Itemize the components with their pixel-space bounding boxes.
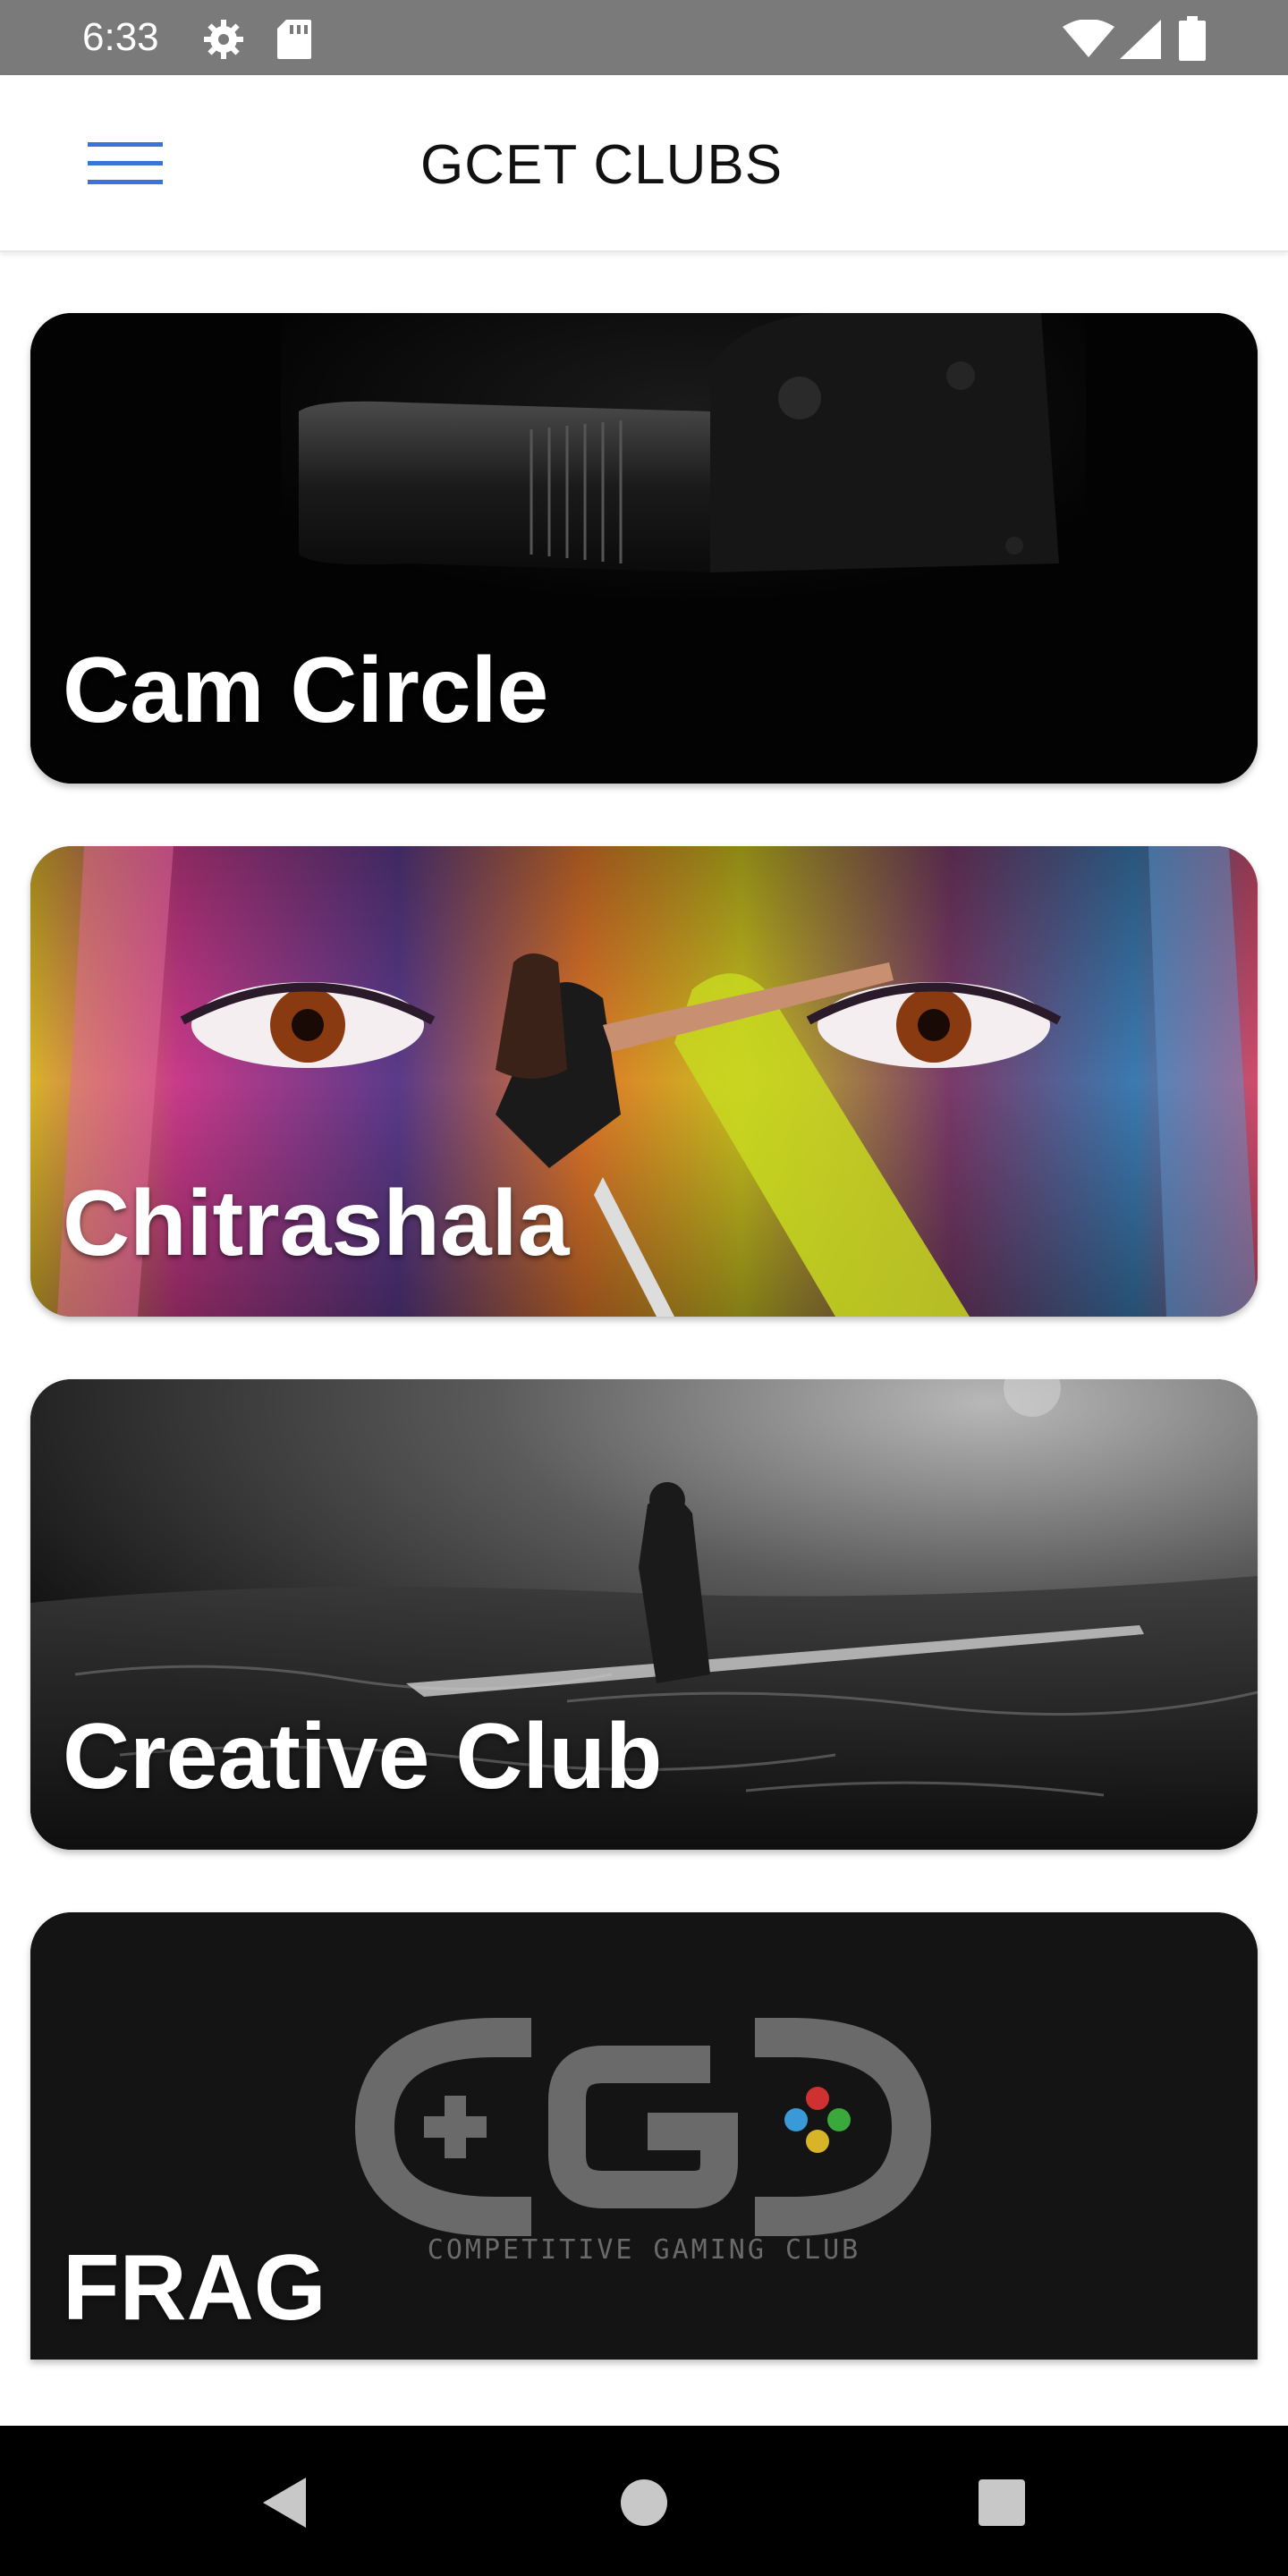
back-button[interactable] [250,2467,322,2538]
app-bar: GCET CLUBS [0,75,1288,252]
recents-icon [979,2479,1025,2526]
club-list[interactable]: Cam Circle Chitrashala Creative Club COM… [0,250,1288,2424]
sd-card-icon [275,18,313,65]
logo-text: COMPETITIVE GAMING CLUB [427,2234,861,2266]
club-name: Creative Club [63,1705,663,1809]
home-button[interactable] [608,2467,680,2538]
signal-icon [1120,20,1161,64]
club-name: Chitrashala [63,1172,570,1275]
home-icon [621,2479,667,2526]
battery-icon [1179,16,1206,65]
gear-icon [202,18,245,65]
club-name: FRAG [63,2236,326,2340]
hamburger-menu-icon [88,140,163,191]
club-card-cam-circle[interactable]: Cam Circle [30,313,1258,784]
status-bar: 6:33 [0,0,1288,75]
recents-button[interactable] [966,2467,1038,2538]
menu-button[interactable] [77,132,174,199]
club-card-creative-club[interactable]: Creative Club [30,1379,1258,1850]
page-title: GCET CLUBS [420,134,784,196]
nav-bar [0,2426,1288,2576]
club-card-frag[interactable]: COMPETITIVE GAMING CLUB FRAG [30,1912,1258,2360]
club-name: Cam Circle [63,639,549,742]
status-time: 6:33 [82,15,159,59]
wifi-icon [1063,19,1114,64]
club-card-chitrashala[interactable]: Chitrashala [30,846,1258,1317]
back-icon [263,2478,306,2528]
